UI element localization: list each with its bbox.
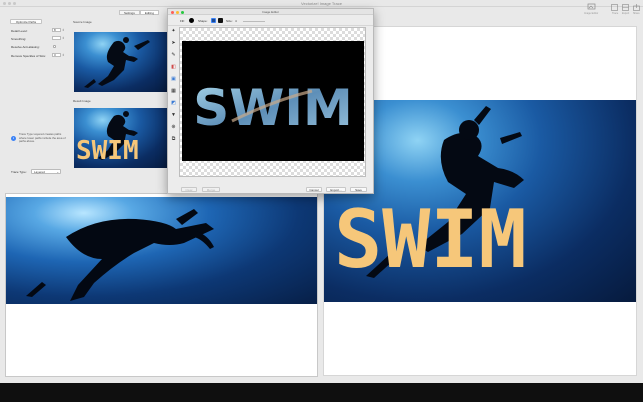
fill-icon[interactable]: ▼ (170, 112, 177, 119)
diver-silhouette (26, 209, 214, 301)
editor-toolbar: Fill: Shape: Size: 4 (168, 16, 373, 26)
mask-icon[interactable]: ▦ (170, 88, 177, 95)
shape-square-button[interactable] (218, 18, 223, 23)
editor-close-button[interactable] (171, 10, 174, 14)
detail-level-field[interactable]: 8 (52, 28, 61, 32)
remove-speckles-field[interactable]: 3 (52, 53, 61, 57)
shape-label: Shape: (198, 19, 208, 23)
editor-minimize-button[interactable] (176, 10, 179, 14)
anti-aliasing-checkbox[interactable] (53, 45, 56, 48)
eraser-icon[interactable]: ◧ (170, 64, 177, 71)
trace-icon (611, 4, 618, 11)
tab-settings[interactable]: Settings (119, 10, 140, 15)
merge-button[interactable]: Merge (202, 187, 220, 192)
toolbar-label: Share (633, 12, 640, 15)
window-title: Vectorize! Image Trace (301, 1, 342, 6)
image-icon[interactable]: ▣ (170, 76, 177, 83)
remove-speckles-label: Remove Speckles of Size: (11, 54, 47, 58)
size-slider[interactable] (243, 21, 265, 22)
toolbar-label: Export (622, 12, 630, 15)
cancel-button[interactable]: Cancel (306, 187, 322, 192)
export-button[interactable]: Export... (326, 187, 346, 192)
source-image-thumbnail[interactable] (74, 32, 169, 92)
zoom-icon[interactable]: ⊕ (170, 124, 177, 131)
trace-type-label: Trace Type: (11, 170, 27, 174)
toolbar-label: Trace (612, 12, 619, 15)
editor-image: SWIM (182, 41, 364, 161)
optimize-paths-button[interactable]: Optimize Paths (10, 19, 42, 24)
result-image-thumbnail[interactable]: SWIM (74, 108, 169, 168)
clear-button[interactable]: Clear (181, 187, 197, 192)
export-icon (622, 4, 629, 11)
editor-title: Image Editor (168, 9, 373, 15)
source-image-preview[interactable] (5, 193, 318, 377)
pencil-icon[interactable]: ✎ (170, 52, 177, 59)
anti-aliasing-label: Resolve Anti-aliasing: (11, 45, 40, 49)
fill-label: Fill: (180, 19, 185, 23)
tab-editing[interactable]: Editing (139, 10, 160, 15)
fill-color-swatch[interactable] (189, 18, 194, 23)
source-image-label: Source Image (73, 20, 92, 24)
crop-icon[interactable]: ⧉ (170, 136, 177, 143)
share-icon (633, 4, 640, 11)
pointer-icon[interactable]: ➤ (170, 40, 177, 47)
save-button[interactable]: Save (350, 187, 367, 192)
trace-type-info: Trace Type Layered creates paths where l… (19, 132, 66, 143)
magic-wand-icon[interactable]: ✦ (170, 28, 177, 35)
dock-bar (0, 383, 643, 402)
toolbar-label: Image Editor (584, 12, 599, 15)
image-editor-icon (587, 3, 596, 10)
trace-type-value: Layered (34, 170, 45, 174)
swim-texture: SWIM (193, 79, 353, 137)
smoothing-label: Smoothing: (11, 37, 27, 41)
trace-type-select[interactable]: Layered ⌄ (31, 169, 61, 174)
size-label: Size: (226, 19, 233, 23)
source-image-large (6, 197, 317, 304)
diver-silhouette (84, 37, 150, 88)
stepper-icon[interactable]: ⇕ (62, 36, 65, 40)
title-bar: Vectorize! Image Trace (0, 0, 643, 7)
smoothing-field[interactable] (52, 36, 61, 40)
result-swim-text: SWIM (76, 136, 139, 166)
stepper-icon[interactable]: ⇕ (62, 53, 65, 57)
detail-level-label: Detail Level: (11, 29, 28, 33)
image-editor-window: Image Editor Fill: Shape: Size: 4 ✦ ➤ ✎ … (167, 8, 374, 194)
shape-circle-button[interactable] (211, 18, 216, 23)
info-icon: i (11, 136, 16, 141)
editor-zoom-button[interactable] (181, 10, 184, 14)
layers-icon[interactable]: ◩ (170, 100, 177, 107)
size-value: 4 (235, 19, 237, 23)
mode-tabs: Settings Editing (119, 10, 160, 15)
result-swim-text-large: SWIM (334, 193, 527, 286)
chevron-down-icon: ⌄ (56, 170, 59, 174)
canvas-swim-text: SWIM (193, 79, 353, 137)
stepper-icon[interactable]: ⇕ (62, 28, 65, 32)
editor-canvas[interactable]: SWIM (179, 27, 366, 177)
result-image-label: Result Image (73, 99, 91, 103)
